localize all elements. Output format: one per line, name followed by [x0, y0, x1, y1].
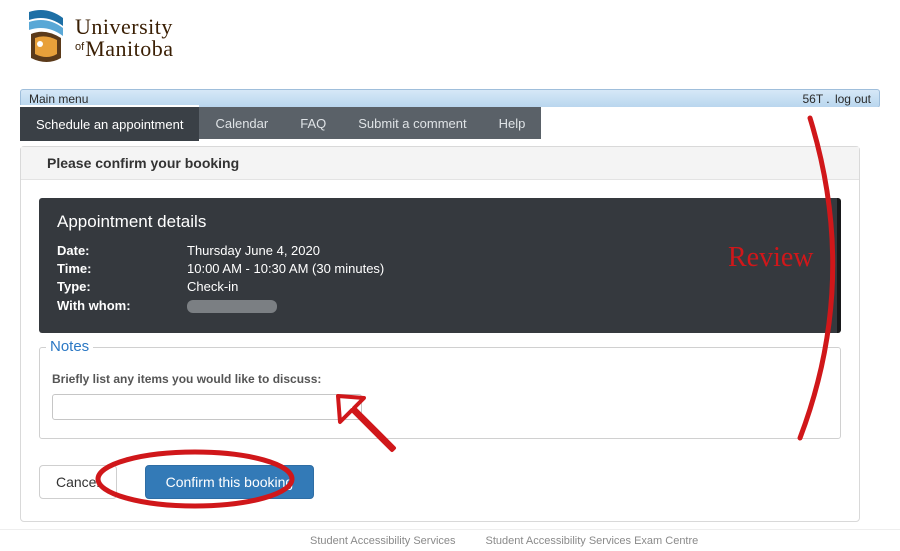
logo-of: of: [75, 41, 84, 53]
cancel-button[interactable]: Cancel: [39, 465, 117, 499]
logo-line2: Manitoba: [85, 36, 173, 61]
tab-schedule[interactable]: Schedule an appointment: [20, 105, 199, 141]
notes-fieldset: Notes Briefly list any items you would l…: [39, 347, 841, 439]
appt-type-label: Type:: [57, 278, 187, 296]
nav-spacer: [541, 107, 880, 139]
tab-submit-comment[interactable]: Submit a comment: [342, 107, 482, 139]
appointment-details-title: Appointment details: [57, 212, 819, 232]
institution-logo: University ofManitoba: [25, 8, 174, 68]
appt-with-value: [187, 297, 277, 315]
confirm-booking-button[interactable]: Confirm this booking: [145, 465, 315, 499]
tab-faq[interactable]: FAQ: [284, 107, 342, 139]
footer-link-1[interactable]: Student Accessibility Services: [310, 535, 456, 547]
appt-with-label: With whom:: [57, 297, 187, 315]
button-row: Cancel Confirm this booking: [39, 465, 841, 499]
main-nav: Schedule an appointment Calendar FAQ Sub…: [20, 107, 880, 139]
separator: .: [826, 92, 829, 106]
appt-time-label: Time:: [57, 260, 187, 278]
notes-label: Briefly list any items you would like to…: [52, 372, 828, 386]
appt-date-label: Date:: [57, 242, 187, 260]
main-menu-link[interactable]: Main menu: [29, 92, 88, 106]
logo-text: University ofManitoba: [75, 16, 174, 60]
logo-line1: University: [75, 16, 174, 38]
confirm-booking-card: Please confirm your booking Appointment …: [20, 146, 860, 522]
user-code: 56T: [802, 92, 822, 106]
footer: Student Accessibility Services Student A…: [0, 529, 900, 551]
logout-link[interactable]: log out: [835, 92, 871, 106]
logo-mark-icon: [25, 8, 67, 68]
card-header: Please confirm your booking: [21, 147, 859, 180]
appt-date-value: Thursday June 4, 2020: [187, 242, 320, 260]
notes-input[interactable]: [52, 394, 362, 420]
appt-time-value: 10:00 AM - 10:30 AM (30 minutes): [187, 260, 384, 278]
notes-legend: Notes: [46, 338, 93, 355]
tab-help[interactable]: Help: [483, 107, 542, 139]
appointment-details-panel: Appointment details Date: Thursday June …: [39, 198, 841, 333]
appt-type-value: Check-in: [187, 278, 238, 296]
redacted-name: [187, 300, 277, 313]
tab-calendar[interactable]: Calendar: [199, 107, 284, 139]
footer-link-2[interactable]: Student Accessibility Services Exam Cent…: [486, 535, 699, 547]
